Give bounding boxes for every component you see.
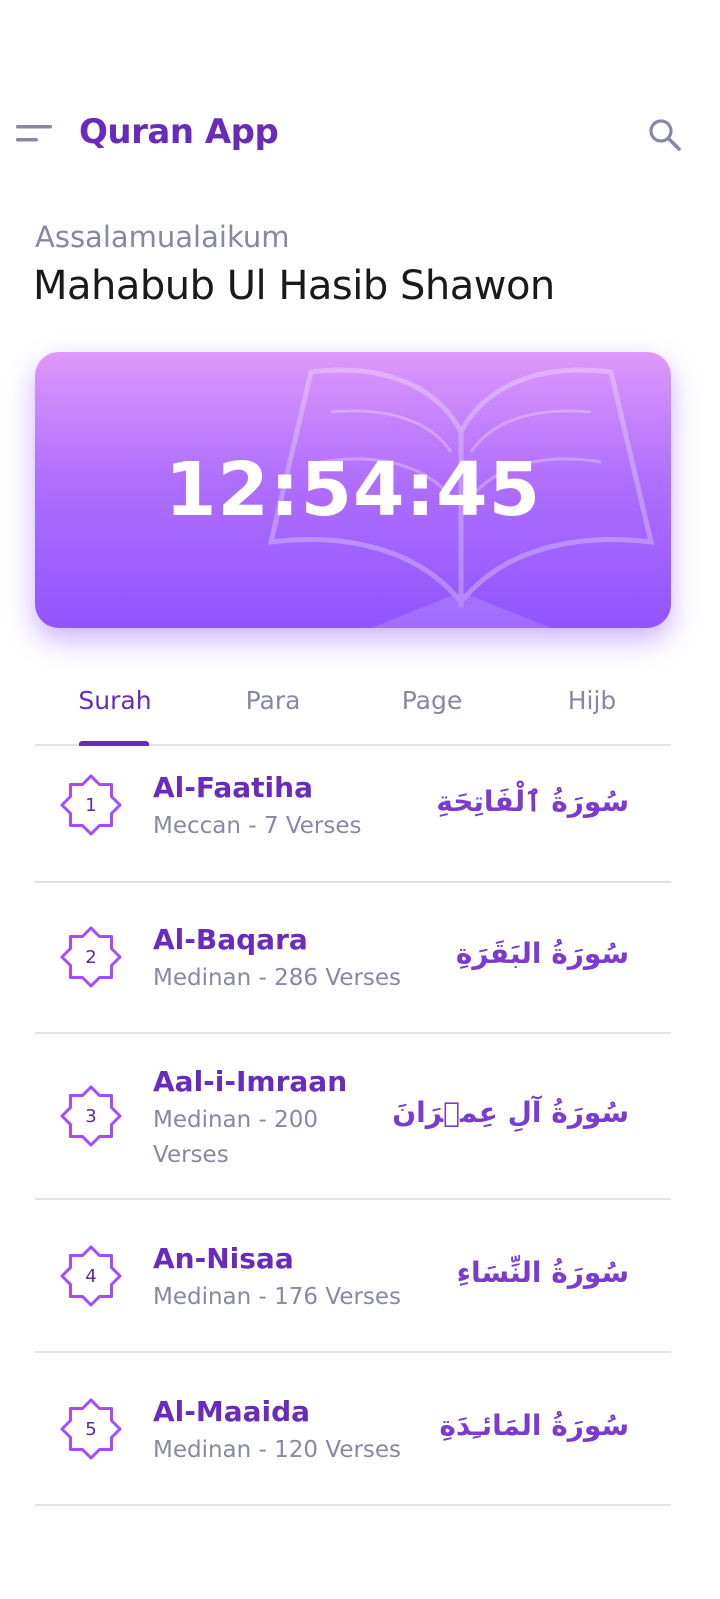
clock-card: 12:54:45 <box>35 352 671 628</box>
surah-number-badge: 2 <box>59 925 123 989</box>
surah-number: 1 <box>85 794 97 816</box>
surah-number: 3 <box>85 1105 97 1127</box>
tab-para[interactable]: Para <box>193 686 353 715</box>
surah-name: Aal-i-Imraan <box>153 1065 348 1098</box>
app-bar: Quran App <box>0 90 720 180</box>
surah-arabic-name: سُورَةُ البَقَرَةِ <box>455 937 629 970</box>
surah-meta-line2: Verses <box>153 1142 229 1168</box>
surah-name: Al-Faatiha <box>153 771 313 804</box>
clock-time: 12:54:45 <box>164 447 542 533</box>
surah-row[interactable]: 5 Al-Maaida Medinan - 120 Verses سُورَةُ… <box>35 1353 671 1506</box>
surah-meta: Medinan - 176 Verses <box>153 1284 402 1310</box>
surah-meta: Medinan - 286 Verses <box>153 965 402 991</box>
tab-surah[interactable]: Surah <box>35 686 195 715</box>
surah-number-badge: 5 <box>59 1397 123 1461</box>
tab-bar: Surah Para Page Hijb <box>35 670 671 746</box>
surah-meta: Meccan - 7 Verses <box>153 813 362 839</box>
tab-page[interactable]: Page <box>352 686 512 715</box>
surah-name: An-Nisaa <box>153 1242 294 1275</box>
surah-number-badge: 1 <box>59 773 123 837</box>
surah-name: Al-Maaida <box>153 1395 311 1428</box>
surah-row[interactable]: 3 Aal-i-Imraan Medinan - 200 Verses سُور… <box>35 1034 671 1200</box>
surah-arabic-name: سُورَةُ ٱلْفَاتِحَةِ <box>436 785 629 818</box>
greeting-salutation: Assalamualaikum <box>35 220 290 254</box>
surah-arabic-name: سُورَةُ المَائـِدَةِ <box>439 1409 629 1442</box>
tab-hijb[interactable]: Hijb <box>512 686 672 715</box>
surah-row[interactable]: 1 Al-Faatiha Meccan - 7 Verses سُورَةُ ٱ… <box>35 745 671 883</box>
surah-number: 5 <box>85 1418 97 1440</box>
user-name: Mahabub Ul Hasib Shawon <box>33 263 555 309</box>
surah-number: 4 <box>85 1265 97 1287</box>
surah-name: Al-Baqara <box>153 923 308 956</box>
search-icon[interactable] <box>645 115 685 155</box>
surah-row[interactable]: 2 Al-Baqara Medinan - 286 Verses سُورَةُ… <box>35 883 671 1034</box>
surah-arabic-name: سُورَةُ آلِ عِمۡرَانَ <box>392 1096 629 1129</box>
surah-list: 1 Al-Faatiha Meccan - 7 Verses سُورَةُ ٱ… <box>35 745 671 1506</box>
surah-number: 2 <box>85 946 97 968</box>
surah-number-badge: 4 <box>59 1244 123 1308</box>
surah-meta: Medinan - 120 Verses <box>153 1437 402 1463</box>
app-title: Quran App <box>79 112 279 152</box>
surah-number-badge: 3 <box>59 1084 123 1148</box>
surah-arabic-name: سُورَةُ النِّسَاءِ <box>456 1256 629 1289</box>
menu-icon[interactable] <box>14 118 54 152</box>
surah-meta-line1: Medinan - 200 <box>153 1107 319 1133</box>
surah-row[interactable]: 4 An-Nisaa Medinan - 176 Verses سُورَةُ … <box>35 1200 671 1353</box>
